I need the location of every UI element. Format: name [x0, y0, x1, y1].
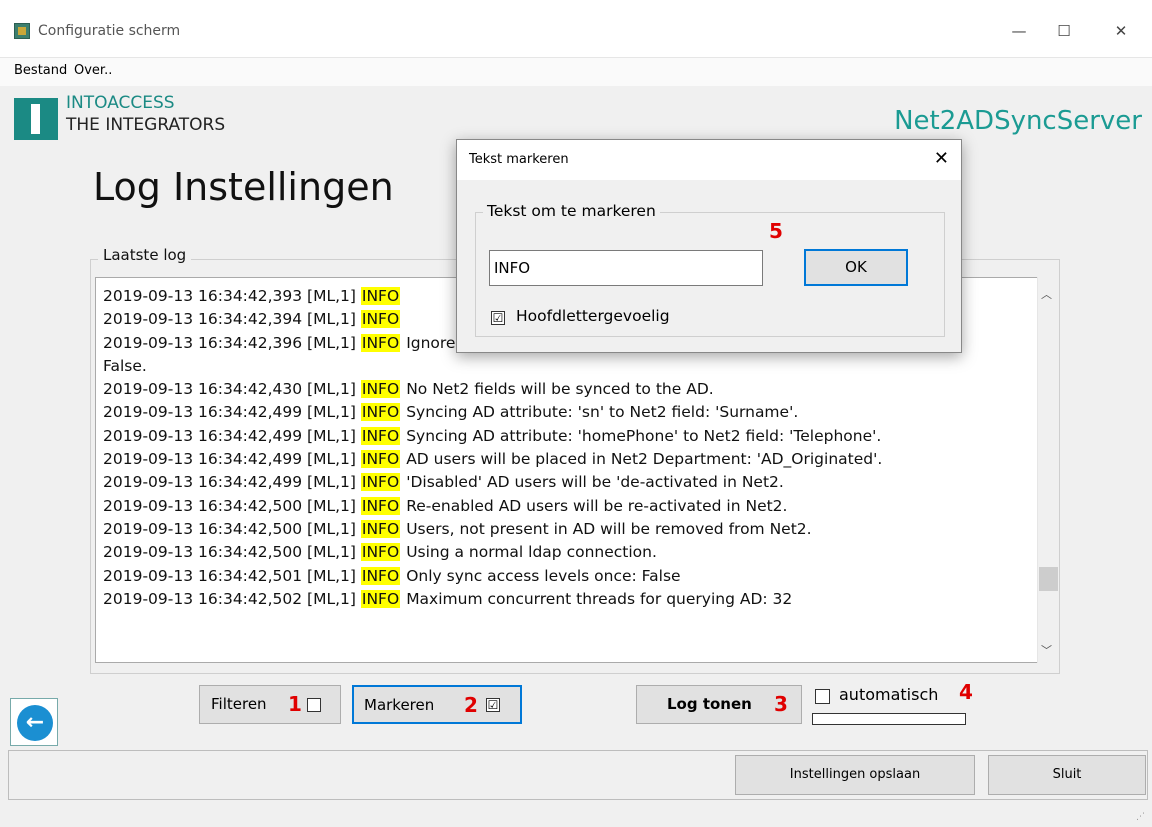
log-timestamp: 2019-09-13 16:34:42,500 [ML,1]	[103, 543, 356, 562]
log-message: 'Disabled' AD users will be 'de-activate…	[406, 473, 784, 492]
log-message: AD users will be placed in Net2 Departme…	[406, 450, 883, 469]
show-log-label: Log tonen	[667, 695, 752, 713]
log-timestamp: 2019-09-13 16:34:42,394 [ML,1]	[103, 310, 356, 329]
close-window-button[interactable]: ✕	[1098, 14, 1144, 48]
dialog-title: Tekst markeren	[469, 152, 569, 167]
show-log-button[interactable]: Log tonen 3	[636, 685, 802, 724]
log-message: Using a normal ldap connection.	[406, 543, 657, 562]
annotation-2: 2	[464, 693, 478, 717]
footer-panel	[8, 750, 1148, 800]
app-icon	[14, 23, 30, 39]
log-level: INFO	[360, 426, 401, 445]
chevron-up-icon[interactable]: ︿	[1041, 286, 1052, 302]
log-timestamp: 2019-09-13 16:34:42,499 [ML,1]	[103, 403, 356, 422]
mark-text-input[interactable]	[489, 250, 763, 286]
dialog-group-label: Tekst om te markeren	[483, 202, 660, 220]
log-message: Re-enabled AD users will be re-activated…	[406, 496, 788, 515]
log-timestamp: 2019-09-13 16:34:42,501 [ML,1]	[103, 566, 356, 585]
minimize-button[interactable]: —	[996, 14, 1042, 48]
log-line: 2019-09-13 16:34:42,499 [ML,1] INFO 'Disa…	[103, 471, 1038, 494]
marker-button[interactable]: Markeren 2 ☑	[352, 685, 522, 724]
arrow-left-icon: ←	[17, 705, 53, 741]
log-line: 2019-09-13 16:34:42,499 [ML,1] INFO Synci…	[103, 425, 1038, 448]
close-button[interactable]: Sluit	[988, 755, 1146, 795]
product-name: Net2ADSyncServer	[894, 106, 1142, 136]
case-sensitive-label: Hoofdlettergevoelig	[516, 307, 670, 325]
log-message: Users, not present in AD will be removed…	[406, 519, 812, 538]
log-level: INFO	[360, 380, 401, 399]
filter-button[interactable]: Filteren 1	[199, 685, 341, 724]
log-timestamp: 2019-09-13 16:34:42,500 [ML,1]	[103, 496, 356, 515]
log-message: Maximum concurrent threads for querying …	[406, 589, 793, 608]
marker-label: Markeren	[364, 696, 435, 714]
filter-label: Filteren	[211, 695, 267, 713]
log-group-label: Laatste log	[98, 246, 192, 264]
log-level: INFO	[360, 473, 401, 492]
progress-bar	[812, 713, 966, 725]
dialog-close-icon[interactable]: ✕	[934, 148, 949, 169]
log-timestamp: 2019-09-13 16:34:42,499 [ML,1]	[103, 450, 356, 469]
log-timestamp: 2019-09-13 16:34:42,500 [ML,1]	[103, 519, 356, 538]
log-message: Only sync access levels once: False	[406, 566, 681, 585]
log-line: 2019-09-13 16:34:42,500 [ML,1] INFO Re-en…	[103, 495, 1038, 518]
filter-checkbox[interactable]	[307, 698, 321, 712]
save-settings-button[interactable]: Instellingen opslaan	[735, 755, 975, 795]
log-timestamp: False.	[103, 356, 147, 375]
log-timestamp: 2019-09-13 16:34:42,499 [ML,1]	[103, 426, 356, 445]
log-line: 2019-09-13 16:34:42,500 [ML,1] INFO Users…	[103, 518, 1038, 541]
log-timestamp: 2019-09-13 16:34:42,393 [ML,1]	[103, 287, 356, 305]
log-level: INFO	[360, 496, 401, 515]
menu-over[interactable]: Over..	[74, 63, 112, 78]
mark-text-dialog: Tekst markeren ✕ Tekst om te markeren 5 …	[456, 139, 962, 353]
ok-button[interactable]: OK	[804, 249, 908, 286]
log-timestamp: 2019-09-13 16:34:42,499 [ML,1]	[103, 473, 356, 492]
log-message: Syncing AD attribute: 'homePhone' to Net…	[406, 426, 882, 445]
log-line: 2019-09-13 16:34:42,499 [ML,1] INFO Synci…	[103, 401, 1038, 424]
log-timestamp: 2019-09-13 16:34:42,396 [ML,1]	[103, 333, 356, 352]
log-line: False.	[103, 355, 1038, 378]
window-title: Configuratie scherm	[38, 23, 181, 39]
annotation-1: 1	[288, 692, 302, 716]
log-message: No Net2 fields will be synced to the AD.	[406, 380, 714, 399]
log-level: INFO	[360, 333, 401, 352]
log-level: INFO	[360, 450, 401, 469]
log-line: 2019-09-13 16:34:42,430 [ML,1] INFO No Ne…	[103, 378, 1038, 401]
log-line: 2019-09-13 16:34:42,501 [ML,1] INFO Only …	[103, 565, 1038, 588]
log-level: INFO	[360, 566, 401, 585]
case-sensitive-checkbox[interactable]: ☑	[491, 311, 505, 325]
marker-checkbox[interactable]: ☑	[486, 698, 500, 712]
scrollbar-thumb[interactable]	[1039, 567, 1058, 591]
log-message: Syncing AD attribute: 'sn' to Net2 field…	[406, 403, 799, 422]
page-title: Log Instellingen	[93, 165, 394, 209]
log-line: 2019-09-13 16:34:42,502 [ML,1] INFO Maxim…	[103, 588, 1038, 611]
auto-checkbox[interactable]	[815, 689, 830, 704]
menu-bar	[0, 58, 1152, 86]
annotation-3: 3	[774, 692, 788, 716]
log-level: INFO	[360, 519, 401, 538]
maximize-button[interactable]: ☐	[1041, 14, 1087, 48]
log-level: INFO	[360, 287, 401, 305]
back-button[interactable]: ←	[10, 698, 58, 746]
resize-grip-icon[interactable]: ⋰	[1136, 812, 1145, 822]
log-level: INFO	[360, 589, 401, 608]
log-level: INFO	[360, 310, 401, 329]
annotation-5: 5	[769, 219, 783, 243]
log-timestamp: 2019-09-13 16:34:42,502 [ML,1]	[103, 589, 356, 608]
log-timestamp: 2019-09-13 16:34:42,430 [ML,1]	[103, 380, 356, 399]
annotation-4: 4	[959, 680, 973, 704]
log-level: INFO	[360, 543, 401, 562]
logo-line2: THE INTEGRATORS	[66, 115, 226, 135]
log-level: INFO	[360, 403, 401, 422]
auto-label: automatisch	[839, 685, 939, 704]
log-line: 2019-09-13 16:34:42,499 [ML,1] INFO AD us…	[103, 448, 1038, 471]
chevron-down-icon[interactable]: ﹀	[1041, 642, 1052, 658]
menu-bestand[interactable]: Bestand	[14, 63, 67, 78]
log-line: 2019-09-13 16:34:42,500 [ML,1] INFO Using…	[103, 541, 1038, 564]
logo-mark	[14, 98, 58, 140]
logo-line1: INTOACCESS	[66, 93, 175, 113]
log-scrollbar[interactable]	[1037, 277, 1059, 663]
